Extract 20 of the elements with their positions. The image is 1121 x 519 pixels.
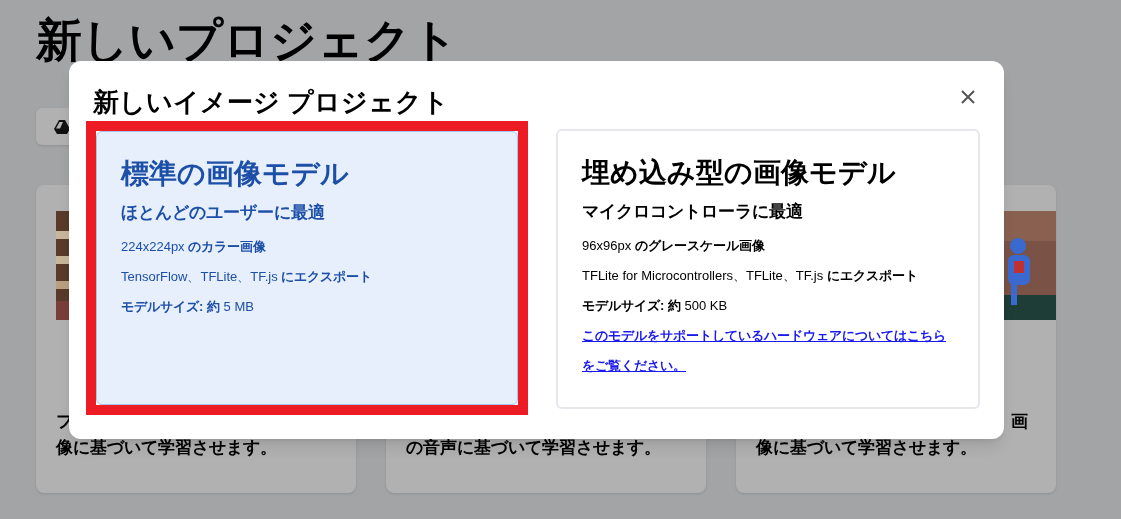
model-option[interactable]: 埋め込み型の画像モデル マイクロコントローラに最適 96x96px のグレースケール画像 TFLite for Microcontrollers、TFLite、TF.js にエクスポート モデルサイズ: 約 500 KB このモデルをサポートしているハードウェアについてはこちらをご覧ください。 — [556, 129, 980, 409]
option-subtitle: ほとんどのユーザーに最適 — [121, 202, 326, 224]
option-detail: TFLite for Microcontrollers、TFLite、TF.js にエクスポート — [582, 267, 919, 285]
option-detail: 224x224px のカラー画像 — [121, 238, 268, 256]
hardware-link[interactable]: このモデルをサポートしているハードウェアについてはこちらをご覧ください。 — [582, 321, 953, 381]
option-detail: 96x96px のグレースケール画像 — [582, 237, 766, 255]
model-option[interactable]: 標準の画像モデル ほとんどのユーザーに最適 224x224px のカラー画像 TensorFlow、TFLite、TF.js にエクスポート モデルサイズ: 約 5 MB — [96, 131, 518, 405]
option-detail: モデルサイズ: 約 500 KB — [582, 297, 729, 315]
option-title: 標準の画像モデル — [121, 157, 350, 191]
card-description: の音声に基づいて学習させます。 — [406, 437, 662, 459]
drive-icon — [54, 119, 70, 134]
option-title: 埋め込み型の画像モデル — [582, 156, 897, 190]
card-description: 像に基づいて学習させます。 — [756, 437, 978, 459]
dialog-title: 新しいイメージ プロジェクト — [93, 86, 450, 119]
close-icon — [961, 90, 975, 104]
card-description: 像に基づいて学習させます。 — [56, 437, 278, 459]
option-detail: モデルサイズ: 約 5 MB — [121, 298, 255, 316]
option-detail: TensorFlow、TFLite、TF.js にエクスポート — [121, 268, 374, 286]
card-description: 画 — [1011, 411, 1028, 433]
option-subtitle: マイクロコントローラに最適 — [582, 201, 804, 223]
